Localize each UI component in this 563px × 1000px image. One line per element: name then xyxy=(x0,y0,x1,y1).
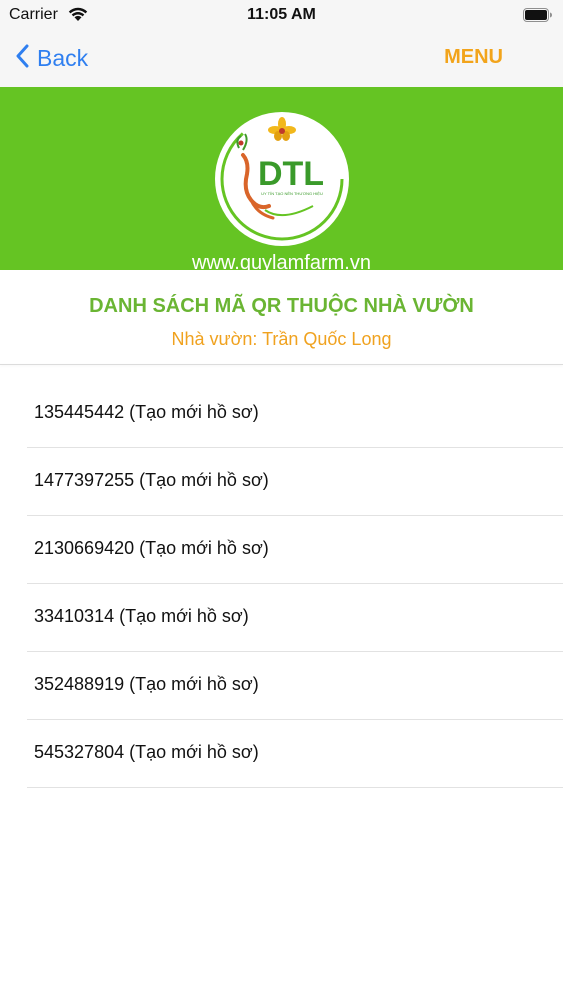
status-bar: Carrier 11:05 AM xyxy=(0,0,563,32)
list-item[interactable]: 33410314 (Tạo mới hồ sơ) xyxy=(27,584,563,652)
dtl-logo: DTL UY TÍN TẠO NÊN THƯƠNG HIỆU xyxy=(215,112,349,246)
back-label: Back xyxy=(37,44,89,71)
qr-code-label: 352488919 (Tạo mới hồ sơ) xyxy=(34,674,259,694)
svg-text:DTL: DTL xyxy=(258,155,324,193)
navigation-bar: Back MENU xyxy=(0,32,563,87)
qr-code-label: 1477397255 (Tạo mới hồ sơ) xyxy=(34,470,269,490)
website-url: www.quylamfarm.vn xyxy=(192,252,371,270)
list-item[interactable]: 545327804 (Tạo mới hồ sơ) xyxy=(27,720,563,788)
list-item[interactable]: 352488919 (Tạo mới hồ sơ) xyxy=(27,652,563,720)
svg-text:UY TÍN TẠO NÊN THƯƠNG HIỆU: UY TÍN TẠO NÊN THƯƠNG HIỆU xyxy=(261,191,323,196)
chevron-left-icon xyxy=(15,44,29,73)
qr-code-label: 135445442 (Tạo mới hồ sơ) xyxy=(34,402,259,422)
qr-code-label: 2130669420 (Tạo mới hồ sơ) xyxy=(34,538,269,558)
header-banner: DTL UY TÍN TẠO NÊN THƯƠNG HIỆU www.quyla… xyxy=(0,87,563,270)
qr-code-list: 135445442 (Tạo mới hồ sơ) 1477397255 (Tạ… xyxy=(0,380,563,788)
divider xyxy=(0,364,563,365)
menu-button[interactable]: MENU xyxy=(444,46,503,69)
qr-code-label: 33410314 (Tạo mới hồ sơ) xyxy=(34,606,249,626)
garden-owner-label: Nhà vườn: Trần Quốc Long xyxy=(171,329,392,349)
battery-icon xyxy=(523,8,553,22)
list-item[interactable]: 2130669420 (Tạo mới hồ sơ) xyxy=(27,516,563,584)
qr-code-label: 545327804 (Tạo mới hồ sơ) xyxy=(34,742,259,762)
page-title: DANH SÁCH MÃ QR THUỘC NHÀ VƯỜN xyxy=(89,295,474,317)
list-item[interactable]: 1477397255 (Tạo mới hồ sơ) xyxy=(27,448,563,516)
list-item[interactable]: 135445442 (Tạo mới hồ sơ) xyxy=(27,380,563,448)
back-button[interactable]: Back xyxy=(15,42,88,74)
status-time: 11:05 AM xyxy=(247,6,316,23)
